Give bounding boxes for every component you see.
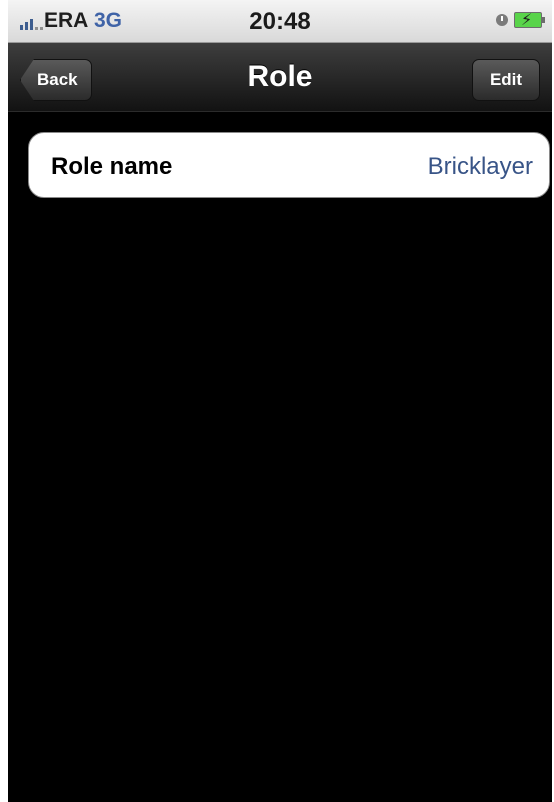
status-time: 20:48 [249,8,311,35]
edit-button[interactable]: Edit [472,59,540,101]
role-name-label: Role name [51,153,173,180]
table-row-role-name[interactable]: Role name Bricklayer [28,132,550,198]
navigation-bar: Back Role Edit [8,43,552,112]
alarm-clock-icon [496,14,508,26]
edit-button-label: Edit [489,70,523,89]
screen: ERA 3G 20:48 ⚡ Back Role Edit Role name … [8,0,552,802]
phone-frame: ERA 3G 20:48 ⚡ Back Role Edit Role name … [0,0,554,802]
battery-charging-icon: ⚡ [514,10,545,29]
role-name-value: Bricklayer [427,153,533,180]
page-title: Role [247,60,313,93]
status-bar: ERA 3G 20:48 ⚡ [8,0,552,43]
lightning-bolt-icon: ⚡ [521,10,533,29]
